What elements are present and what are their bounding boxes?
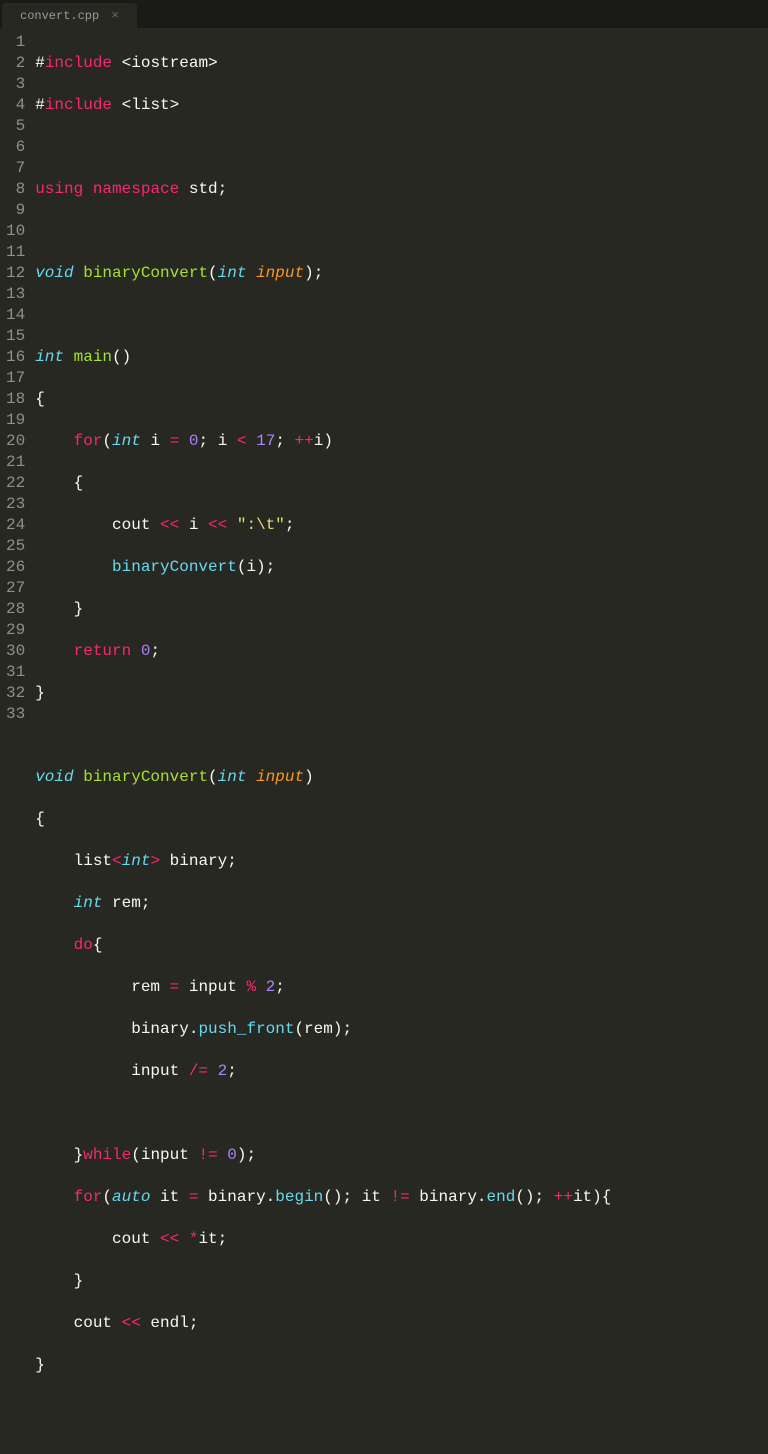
line-number: 25 [6,536,25,557]
line-number: 17 [6,368,25,389]
line-number: 4 [6,95,25,116]
line-number: 23 [6,494,25,515]
line-number: 28 [6,599,25,620]
editor-area: 1 2 3 4 5 6 7 8 9 10 11 12 13 14 15 16 1… [0,28,768,727]
code-line: } [35,1355,768,1376]
line-number: 11 [6,242,25,263]
line-number: 5 [6,116,25,137]
line-number: 13 [6,284,25,305]
line-number: 10 [6,221,25,242]
code-content[interactable]: #include <iostream> #include <list> usin… [35,28,768,727]
line-number: 29 [6,620,25,641]
code-line [35,221,768,242]
code-line: }while(input != 0); [35,1145,768,1166]
code-line: } [35,683,768,704]
line-number: 9 [6,200,25,221]
code-line [35,1397,768,1418]
code-line: cout << i << ":\t"; [35,515,768,536]
code-line: for(int i = 0; i < 17; ++i) [35,431,768,452]
line-number: 2 [6,53,25,74]
line-number: 3 [6,74,25,95]
code-line [35,305,768,326]
line-number: 1 [6,32,25,53]
code-line: list<int> binary; [35,851,768,872]
code-line: binaryConvert(i); [35,557,768,578]
tab-title: convert.cpp [20,9,99,23]
line-number: 20 [6,431,25,452]
code-line: binary.push_front(rem); [35,1019,768,1040]
code-line: using namespace std; [35,179,768,200]
code-line: { [35,389,768,410]
code-line: void binaryConvert(int input) [35,767,768,788]
line-number: 27 [6,578,25,599]
line-number: 30 [6,641,25,662]
line-number: 24 [6,515,25,536]
code-line: return 0; [35,641,768,662]
line-number: 18 [6,389,25,410]
code-line: #include <iostream> [35,53,768,74]
tab-bar: convert.cpp × [0,0,768,28]
code-line: rem = input % 2; [35,977,768,998]
file-tab[interactable]: convert.cpp × [2,3,137,28]
line-gutter: 1 2 3 4 5 6 7 8 9 10 11 12 13 14 15 16 1… [0,28,35,727]
code-line: #include <list> [35,95,768,116]
code-line: for(auto it = binary.begin(); it != bina… [35,1187,768,1208]
line-number: 8 [6,179,25,200]
line-number: 32 [6,683,25,704]
line-number: 7 [6,158,25,179]
code-line: do{ [35,935,768,956]
code-line: cout << *it; [35,1229,768,1250]
line-number: 26 [6,557,25,578]
line-number: 19 [6,410,25,431]
line-number: 15 [6,326,25,347]
code-line: input /= 2; [35,1061,768,1082]
code-line: int main() [35,347,768,368]
line-number: 22 [6,473,25,494]
line-number: 31 [6,662,25,683]
line-number: 16 [6,347,25,368]
line-number: 21 [6,452,25,473]
code-line [35,725,768,746]
code-line [35,1103,768,1124]
code-line: { [35,809,768,830]
line-number: 6 [6,137,25,158]
code-line: int rem; [35,893,768,914]
close-icon[interactable]: × [111,8,119,23]
line-number: 14 [6,305,25,326]
line-number: 33 [6,704,25,725]
code-line: } [35,1271,768,1292]
code-line: void binaryConvert(int input); [35,263,768,284]
code-line [35,137,768,158]
code-line: cout << endl; [35,1313,768,1334]
code-line: } [35,599,768,620]
line-number: 12 [6,263,25,284]
code-line: { [35,473,768,494]
